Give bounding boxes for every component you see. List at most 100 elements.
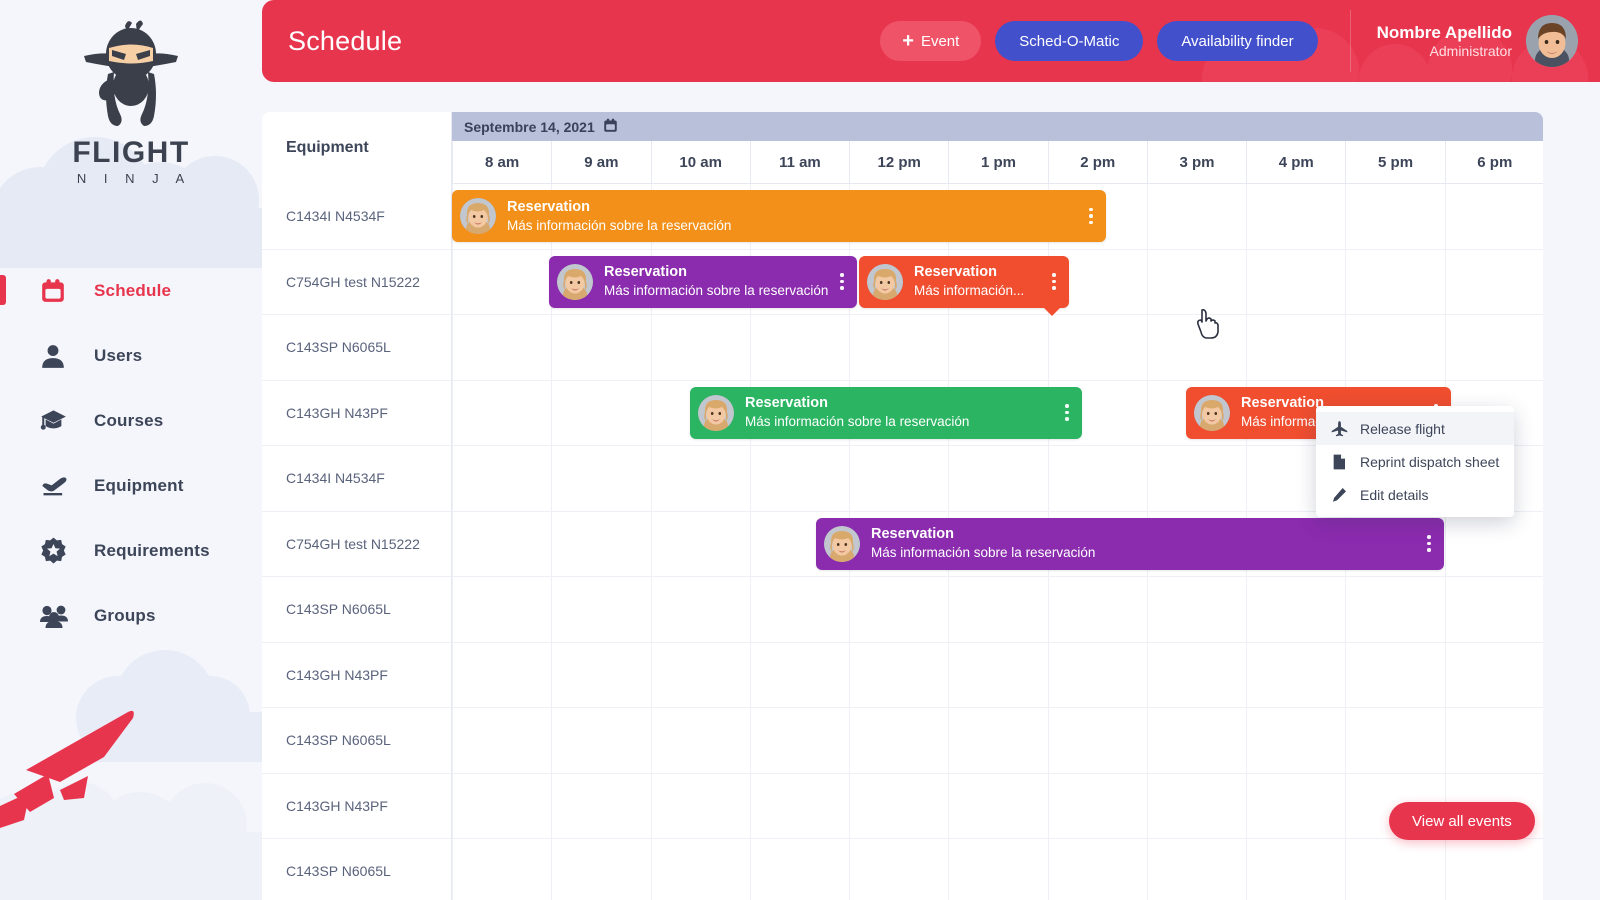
hour-column-header: 9 am	[551, 141, 651, 184]
availability-finder-button[interactable]: Availability finder	[1157, 21, 1318, 61]
sidebar-item-groups[interactable]: Groups	[0, 583, 262, 648]
app-root: FLIGHT N I N J A Schedule Users Courses …	[0, 0, 1600, 900]
graduation-cap-icon	[40, 407, 80, 434]
user-name: Nombre Apellido	[1376, 22, 1512, 42]
context-menu-item[interactable]: Release flight	[1316, 412, 1514, 445]
event-subtitle: Más información...	[914, 283, 1025, 299]
event-subtitle: Más información sobre la reservación	[745, 414, 970, 430]
sidebar-label-schedule: Schedule	[94, 280, 172, 300]
view-all-events-button[interactable]: View all events	[1389, 802, 1535, 840]
kebab-menu-icon[interactable]	[1058, 400, 1076, 426]
reservation-owner-avatar	[698, 394, 734, 431]
hour-column-header: 6 pm	[1444, 141, 1543, 184]
event-text: Reservation Más información sobre la rese…	[604, 263, 829, 299]
add-event-label: Event	[920, 32, 960, 50]
document-icon	[1330, 454, 1348, 470]
sidebar-item-equipment[interactable]: Equipment	[0, 453, 262, 518]
hour-column-header: 3 pm	[1146, 141, 1247, 184]
app-logo[interactable]: FLIGHT N I N J A	[0, 0, 262, 186]
context-menu-label: Release flight	[1360, 420, 1445, 437]
date-label: Septembre 14, 2021	[464, 118, 595, 135]
hour-column-header: 2 pm	[1047, 141, 1147, 184]
sidebar-item-courses[interactable]: Courses	[0, 388, 262, 453]
ninja-logo-icon	[84, 20, 178, 126]
schedule-event[interactable]: Reservation Más información...	[859, 255, 1069, 316]
event-subtitle: Más información sobre la reservación	[507, 217, 732, 233]
schedule-event[interactable]: Reservation Más información sobre la rese…	[452, 190, 1106, 242]
event-title: Reservation	[604, 264, 688, 281]
schedule-grid: Equipment Septembre 14, 2021 8 am 9 am 10 …	[262, 112, 1543, 900]
sidebar-label-users: Users	[94, 345, 143, 365]
reservation-owner-avatar	[1194, 394, 1230, 431]
sidebar-label-equipment: Equipment	[94, 475, 184, 495]
sidebar-label-groups: Groups	[94, 605, 156, 625]
grid-header: Equipment Septembre 14, 2021 8 am 9 am 10 …	[262, 112, 1543, 184]
hour-column-header: 5 pm	[1345, 141, 1445, 184]
sidebar: FLIGHT N I N J A Schedule Users Courses …	[0, 0, 262, 900]
badge-star-icon	[40, 537, 80, 564]
event-subtitle: Más información sobre la reservación	[871, 545, 1096, 561]
event-text: Reservation Más información sobre la rese…	[745, 394, 1054, 430]
page-title: Schedule	[288, 25, 403, 56]
reservation-owner-avatar	[867, 263, 903, 300]
sched-o-matic-button[interactable]: Sched-O-Matic	[995, 21, 1144, 61]
sidebar-item-requirements[interactable]: Requirements	[0, 518, 262, 583]
sidebar-label-requirements: Requirements	[94, 540, 210, 560]
airplane-icon	[1330, 420, 1348, 437]
hour-column-header: 4 pm	[1246, 141, 1346, 184]
avatar[interactable]	[1526, 15, 1578, 67]
event-title: Reservation	[507, 198, 591, 215]
sidebar-label-courses: Courses	[94, 410, 164, 430]
event-subtitle: Más información sobre la reservación	[604, 283, 829, 299]
sidebar-item-users[interactable]: Users	[0, 323, 262, 388]
date-band[interactable]: Septembre 14, 2021	[452, 112, 1543, 141]
event-title: Reservation	[745, 395, 829, 412]
header-actions: + Event Sched-O-Matic Availability finde…	[880, 21, 1318, 61]
event-title: Reservation	[914, 264, 998, 281]
kebab-menu-icon[interactable]	[833, 269, 851, 295]
add-event-button[interactable]: + Event	[880, 21, 982, 61]
hour-column-header: 10 am	[650, 141, 750, 184]
user-profile[interactable]: Nombre Apellido Administrator	[1349, 10, 1578, 72]
reservation-owner-avatar	[557, 263, 593, 300]
schedule-event[interactable]: Reservation Más información sobre la rese…	[816, 517, 1444, 570]
user-role: Administrator	[1429, 42, 1512, 59]
hour-column-header: 12 pm	[849, 141, 949, 184]
event-menu-tail	[1043, 306, 1061, 316]
sidebar-item-schedule[interactable]: Schedule	[0, 258, 262, 323]
context-menu-label: Edit details	[1360, 486, 1429, 503]
hours-row: 8 am 9 am 10 am 11 am 12 pm 1 pm 2 pm 3 pm 4 pm 5…	[452, 141, 1543, 184]
sidebar-nav: Schedule Users Courses Equipment Require…	[0, 258, 262, 648]
event-context-menu[interactable]: Release flight Reprint dispatch sheet Edit…	[1316, 406, 1514, 517]
logo-text-ninja: N I N J A	[76, 171, 192, 186]
reservation-owner-avatar	[824, 525, 860, 562]
pencil-icon	[1330, 487, 1348, 503]
event-title: Reservation	[871, 526, 955, 543]
date-and-hours: Septembre 14, 2021 8 am 9 am 10 am 11 am 12 …	[452, 112, 1543, 184]
equipment-column-header: Equipment	[262, 112, 452, 184]
airplane-icon	[40, 472, 80, 500]
schedule-event[interactable]: Reservation Más información sobre la rese…	[549, 255, 857, 308]
app-header: Schedule + Event Sched-O-Matic Availabil…	[262, 0, 1600, 82]
kebab-menu-icon[interactable]	[1082, 203, 1100, 229]
plus-icon: +	[902, 30, 914, 52]
kebab-menu-icon[interactable]	[1045, 269, 1063, 295]
reservation-owner-avatar	[460, 198, 496, 234]
event-text: Reservation Más información sobre la rese…	[507, 198, 1078, 234]
context-menu-item[interactable]: Reprint dispatch sheet	[1316, 445, 1514, 478]
calendar-icon	[40, 278, 80, 304]
context-menu-item[interactable]: Edit details	[1316, 478, 1514, 511]
user-meta: Nombre Apellido Administrator	[1377, 22, 1512, 61]
event-text: Reservation Más información sobre la rese…	[871, 525, 1416, 561]
calendar-icon[interactable]	[603, 118, 618, 136]
people-group-icon	[40, 602, 80, 630]
event-text: Reservation Más información...	[914, 263, 1041, 299]
hour-column-header: 11 am	[749, 141, 850, 184]
schedule-event[interactable]: Reservation Más información sobre la rese…	[690, 386, 1082, 439]
airplane-decoration-icon	[0, 710, 134, 828]
hour-column-header: 8 am	[452, 141, 552, 184]
logo-text-flight: FLIGHT	[72, 136, 190, 169]
events-layer: Reservation Más información sobre la rese…	[262, 184, 1543, 900]
grid-body: C1434I N4534F C754GH test N15222 C143SP N6…	[262, 184, 1543, 900]
kebab-menu-icon[interactable]	[1420, 531, 1438, 557]
